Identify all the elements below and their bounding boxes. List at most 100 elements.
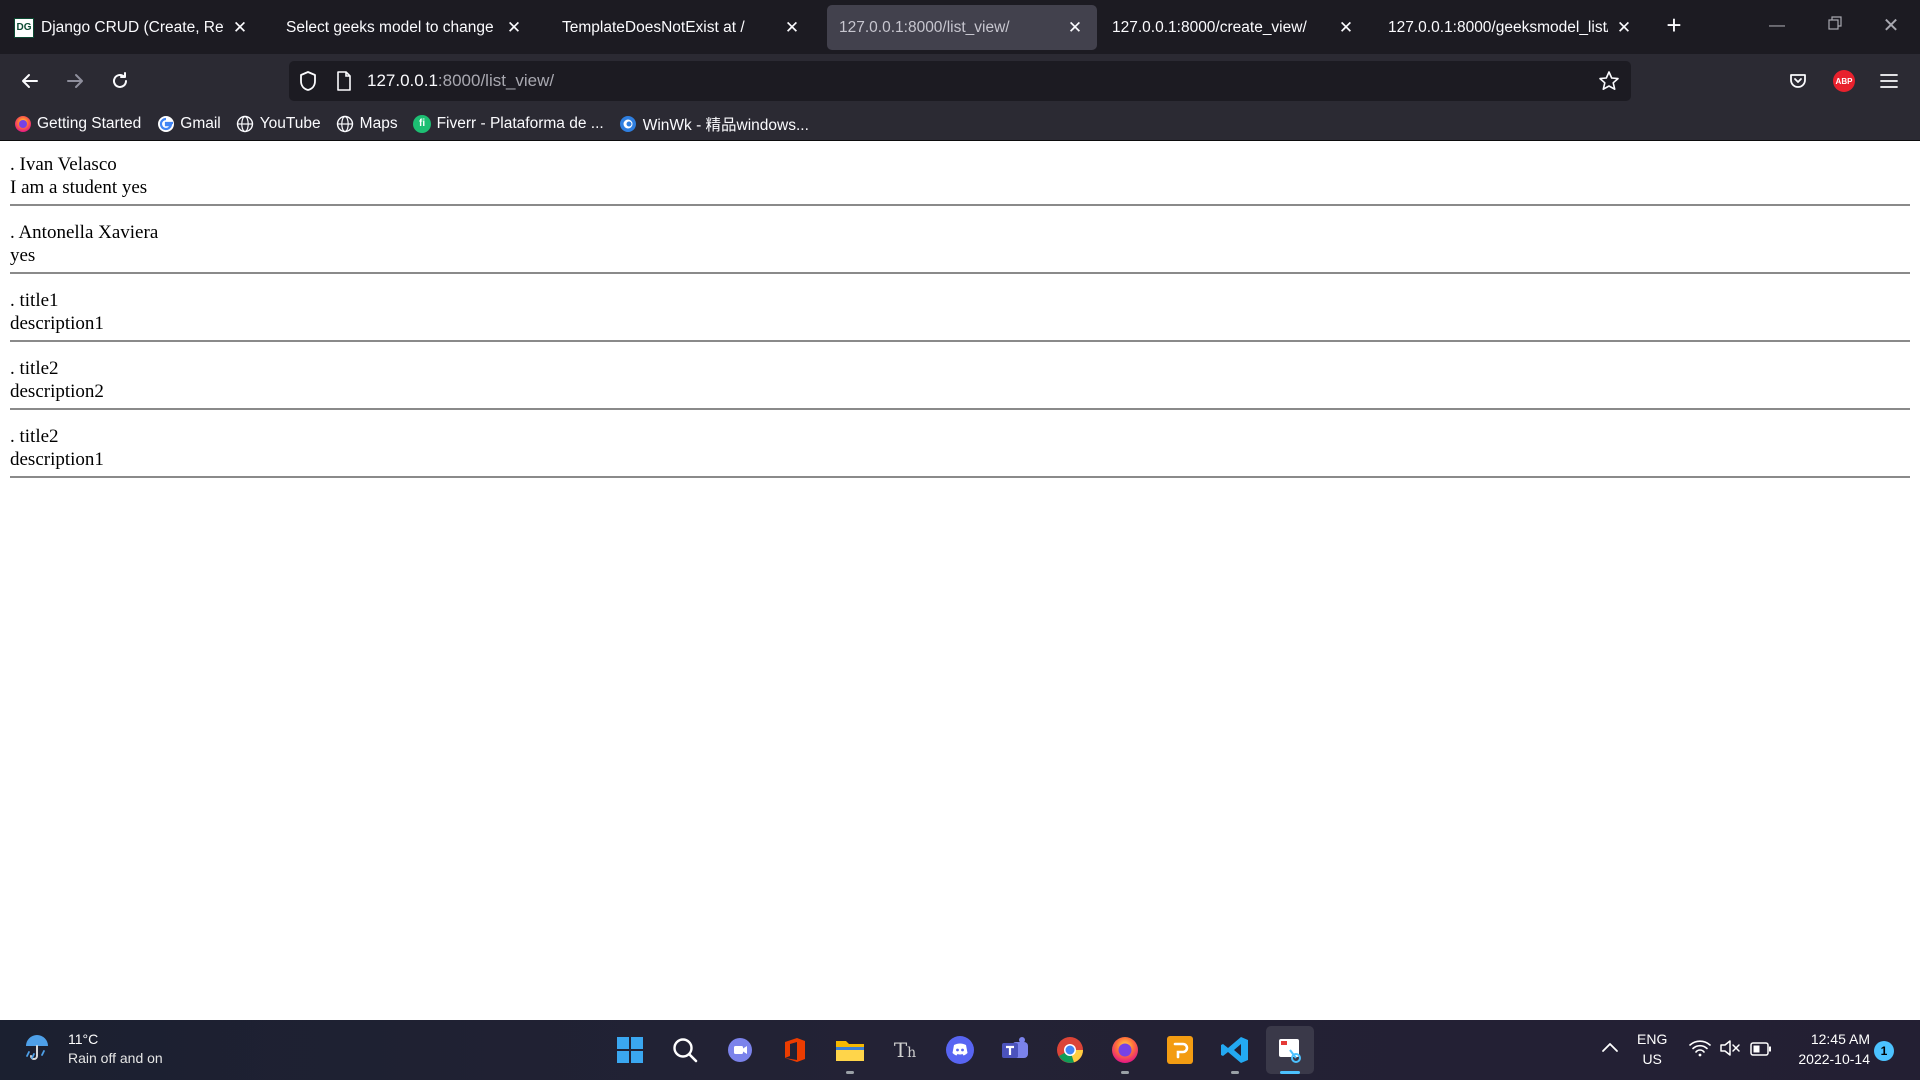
page-content: . Ivan Velasco I am a student yes . Anto… bbox=[0, 141, 1920, 1020]
bookmark-getting-started[interactable]: Getting Started bbox=[13, 114, 141, 133]
google-icon bbox=[156, 114, 175, 133]
url-host: 127.0.0.1 bbox=[367, 71, 438, 90]
list-item: . Antonella Xaviera yes bbox=[10, 221, 1910, 274]
windows-start-icon[interactable] bbox=[612, 1032, 648, 1068]
bookmark-label: Fiverr - Plataforma de ... bbox=[436, 114, 604, 132]
windows-taskbar: 11°C Rain off and on Th ENG US 12:45 AM … bbox=[0, 1020, 1920, 1080]
globe-icon bbox=[336, 114, 355, 133]
divider bbox=[10, 476, 1910, 478]
bookmark-fiverr[interactable]: fi Fiverr - Plataforma de ... bbox=[413, 114, 604, 133]
firefox-icon[interactable] bbox=[1107, 1032, 1143, 1074]
item-description: I am a student yes bbox=[10, 177, 148, 198]
typora-text-icon[interactable]: Th bbox=[887, 1032, 923, 1068]
bookmark-youtube[interactable]: YouTube bbox=[236, 114, 321, 133]
close-tab-icon[interactable]: ✕ bbox=[1065, 18, 1085, 38]
chrome-icon[interactable] bbox=[1052, 1032, 1088, 1068]
bookmark-label: YouTube bbox=[259, 114, 321, 132]
page-icon[interactable] bbox=[335, 70, 353, 97]
item-description: description1 bbox=[10, 313, 104, 334]
tab-strip: DG Django CRUD (Create, Retrieve ✕ Selec… bbox=[0, 0, 1920, 54]
close-tab-icon[interactable]: ✕ bbox=[1336, 18, 1356, 38]
notification-badge[interactable]: 1 bbox=[1874, 1040, 1894, 1061]
volume-muted-icon[interactable] bbox=[1719, 1039, 1741, 1062]
list-item: . title2 description2 bbox=[10, 357, 1910, 410]
region-code: US bbox=[1642, 1051, 1662, 1067]
fiverr-icon: fi bbox=[413, 114, 432, 133]
plus-icon[interactable]: + bbox=[1660, 12, 1688, 40]
divider bbox=[10, 272, 1910, 274]
tab-title: Django CRUD (Create, Retrieve bbox=[41, 18, 224, 36]
battery-icon[interactable] bbox=[1750, 1041, 1772, 1061]
running-indicator bbox=[1121, 1071, 1129, 1074]
tab-geeksmodel-list[interactable]: 127.0.0.1:8000/geeksmodel_list/ ✕ bbox=[1376, 5, 1646, 50]
item-description: description2 bbox=[10, 381, 104, 402]
chevron-up-icon[interactable] bbox=[1601, 1038, 1619, 1058]
weather-description: Rain off and on bbox=[68, 1050, 163, 1066]
divider bbox=[10, 340, 1910, 342]
back-arrow-icon[interactable] bbox=[13, 64, 47, 98]
bookmarks-toolbar: Getting Started Gmail YouTube Maps fi Fi… bbox=[0, 107, 1920, 141]
tab-select-geeks-model[interactable]: Select geeks model to change | Dj ✕ bbox=[274, 5, 536, 50]
file-explorer-icon[interactable] bbox=[832, 1032, 868, 1074]
wifi-icon[interactable] bbox=[1689, 1039, 1711, 1062]
navigation-toolbar: 127.0.0.1:8000/list_view/ ABP bbox=[0, 54, 1920, 107]
bookmark-maps[interactable]: Maps bbox=[336, 114, 398, 133]
umbrella-rain-icon bbox=[22, 1032, 52, 1067]
bookmark-label: Maps bbox=[359, 114, 398, 132]
pdf-editor-icon[interactable] bbox=[1162, 1032, 1198, 1068]
bookmark-winwk[interactable]: WinWk - 精品windows... bbox=[619, 113, 809, 135]
shield-icon[interactable] bbox=[298, 70, 318, 97]
tab-title: 127.0.0.1:8000/create_view/ bbox=[1112, 18, 1307, 36]
weather-widget[interactable]: 11°C Rain off and on bbox=[22, 1030, 163, 1068]
bookmark-gmail[interactable]: Gmail bbox=[156, 114, 221, 133]
close-tab-icon[interactable]: ✕ bbox=[504, 18, 524, 38]
language-indicator[interactable]: ENG US bbox=[1637, 1029, 1667, 1069]
clock-time: 12:45 AM bbox=[1810, 1031, 1870, 1047]
bookmark-star-icon[interactable] bbox=[1598, 70, 1620, 97]
clock[interactable]: 12:45 AM 2022-10-14 bbox=[1790, 1029, 1870, 1069]
divider bbox=[10, 408, 1910, 410]
notification-count: 1 bbox=[1874, 1041, 1894, 1061]
office-icon[interactable] bbox=[777, 1032, 813, 1068]
discord-icon[interactable] bbox=[942, 1032, 978, 1068]
item-title: . Antonella Xaviera bbox=[10, 222, 159, 243]
tab-title: Select geeks model to change | Dj bbox=[286, 18, 498, 36]
item-title: . title2 bbox=[10, 426, 59, 447]
vscode-icon[interactable] bbox=[1217, 1032, 1253, 1074]
snipping-tool-icon[interactable] bbox=[1266, 1026, 1314, 1074]
item-title: . title1 bbox=[10, 290, 59, 311]
minimize-icon[interactable]: — bbox=[1753, 8, 1801, 44]
tab-create-view[interactable]: 127.0.0.1:8000/create_view/ ✕ bbox=[1100, 5, 1368, 50]
url-path: :8000/list_view/ bbox=[437, 71, 555, 90]
tab-list-view[interactable]: 127.0.0.1:8000/list_view/ ✕ bbox=[827, 5, 1097, 50]
list-item: . Ivan Velasco I am a student yes bbox=[10, 153, 1910, 206]
tab-template-does-not-exist[interactable]: TemplateDoesNotExist at / ✕ bbox=[550, 5, 814, 50]
bookmark-label: Getting Started bbox=[37, 114, 142, 132]
teams-chat-icon[interactable] bbox=[722, 1032, 758, 1068]
close-window-icon[interactable]: ✕ bbox=[1867, 8, 1915, 44]
search-icon[interactable] bbox=[667, 1032, 703, 1068]
close-tab-icon[interactable]: ✕ bbox=[1614, 18, 1634, 38]
reload-icon[interactable] bbox=[103, 64, 137, 98]
django-geeks-favicon-icon: DG bbox=[14, 17, 34, 38]
abp-label: ABP bbox=[1833, 70, 1855, 92]
running-indicator bbox=[1231, 1071, 1239, 1074]
firefox-icon bbox=[13, 114, 32, 133]
item-description: description1 bbox=[10, 449, 104, 470]
clock-date: 2022-10-14 bbox=[1798, 1051, 1870, 1067]
winwk-icon bbox=[619, 114, 638, 133]
running-indicator bbox=[846, 1071, 854, 1074]
adblock-plus-icon[interactable]: ABP bbox=[1827, 64, 1861, 98]
active-indicator bbox=[1280, 1071, 1300, 1074]
close-tab-icon[interactable]: ✕ bbox=[782, 18, 802, 38]
address-bar[interactable]: 127.0.0.1:8000/list_view/ bbox=[289, 61, 1631, 101]
close-tab-icon[interactable]: ✕ bbox=[230, 18, 250, 38]
pocket-icon[interactable] bbox=[1781, 64, 1815, 98]
url-text[interactable]: 127.0.0.1:8000/list_view/ bbox=[367, 71, 554, 91]
forward-arrow-icon[interactable] bbox=[58, 64, 92, 98]
tab-django-crud[interactable]: DG Django CRUD (Create, Retrieve ✕ bbox=[2, 5, 262, 50]
menu-hamburger-icon[interactable] bbox=[1872, 64, 1906, 98]
tab-title: 127.0.0.1:8000/geeksmodel_list/ bbox=[1388, 18, 1608, 36]
restore-icon[interactable] bbox=[1811, 8, 1859, 44]
microsoft-teams-icon[interactable] bbox=[997, 1032, 1033, 1068]
